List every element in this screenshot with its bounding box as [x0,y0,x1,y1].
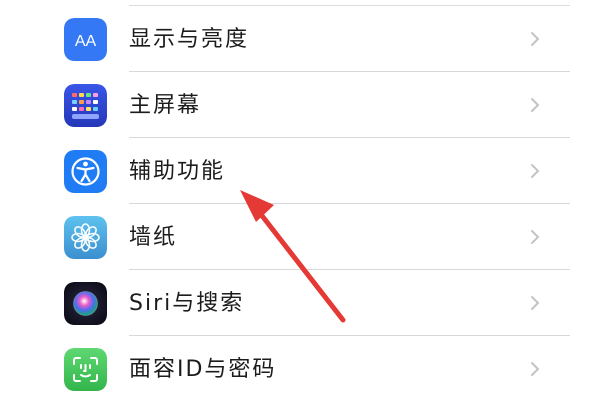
wallpaper-icon [64,216,107,259]
settings-list: AA 显示与亮度 主屏幕 辅助功能 墙纸 Siri与搜索 面容ID与密码 [0,0,600,400]
settings-row-wallpaper[interactable]: 墙纸 [0,204,600,270]
home-screen-icon [64,84,107,127]
settings-row-display-brightness[interactable]: AA 显示与亮度 [0,6,600,72]
settings-row-label: 主屏幕 [129,93,202,118]
chevron-right-icon [531,164,539,178]
chevron-right-icon [531,98,539,112]
chevron-right-icon [531,32,539,46]
display-brightness-icon-text: AA [75,33,97,50]
settings-screen: AA 显示与亮度 主屏幕 辅助功能 墙纸 Siri与搜索 面容ID与密码 [0,0,600,400]
settings-row-label: 显示与亮度 [129,27,250,52]
settings-row-label: Siri与搜索 [129,291,245,316]
settings-row-label: 墙纸 [129,225,178,250]
settings-row-accessibility[interactable]: 辅助功能 [0,138,600,204]
face-id-icon [64,348,107,391]
settings-row-label: 面容ID与密码 [129,357,277,382]
chevron-right-icon [531,230,539,244]
settings-row-face-id-passcode[interactable]: 面容ID与密码 [0,336,600,400]
display-brightness-icon: AA [64,18,107,61]
siri-icon [64,282,107,325]
chevron-right-icon [531,296,539,310]
settings-row-home-screen[interactable]: 主屏幕 [0,72,600,138]
accessibility-icon [64,150,107,193]
chevron-right-icon [531,362,539,376]
settings-row-label: 辅助功能 [129,159,226,184]
settings-row-siri-search[interactable]: Siri与搜索 [0,270,600,336]
